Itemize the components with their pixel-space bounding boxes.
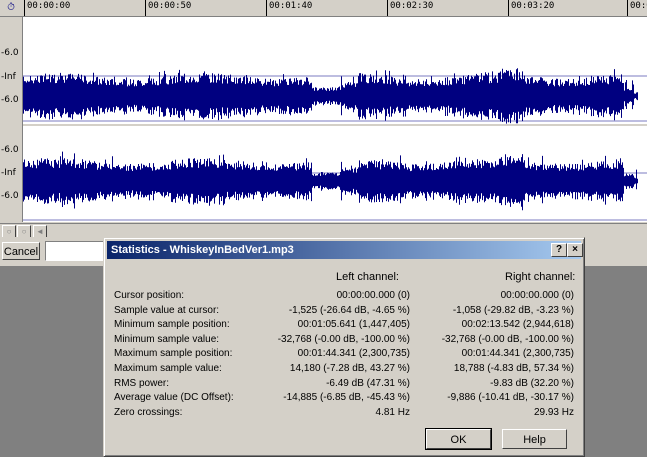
dialog-title: Statistics - WhiskeyInBedVer1.mp3 — [111, 244, 294, 256]
stats-row: Minimum sample position: 00:01:05.641 (1,… — [114, 319, 574, 333]
left-channel-value: 00:00:00.000 (0) — [336, 290, 410, 301]
ok-button[interactable]: OK — [425, 428, 492, 450]
waveform-path — [23, 68, 638, 124]
time-format-icon[interactable]: ⏱ — [2, 1, 20, 15]
help-icon[interactable]: ? — [551, 243, 567, 257]
stats-label: Maximum sample position: — [114, 348, 233, 360]
right-channel-value: 00:01:44.341 (2,300,735) — [461, 348, 574, 360]
help-button[interactable]: Help — [502, 429, 567, 449]
ruler-label: -Inf — [1, 168, 16, 178]
right-channel-value: -9.83 dB (32.20 %) — [490, 377, 574, 389]
amplitude-ruler: -6.0 -Inf -6.0 -6.0 -Inf -6.0 — [0, 17, 23, 222]
right-channel-value: 29.93 Hz — [533, 406, 574, 418]
left-channel-value: -14,885 (-6.85 dB, -45.43 %) — [283, 392, 410, 404]
ruler-label: -6.0 — [1, 191, 19, 201]
timeline-ruler[interactable]: ⏱ 00:00:00 00:00:50 00:01:40 00:02:30 00… — [0, 0, 647, 17]
dialog-titlebar[interactable]: Statistics - WhiskeyInBedVer1.mp3 ? × — [107, 241, 583, 259]
stats-label: Average value (DC Offset): — [114, 392, 234, 404]
right-channel-value: -1,058 (-29.82 dB, -3.23 %) — [452, 304, 574, 316]
waveform-path — [23, 151, 638, 211]
stats-label: Cursor position: — [114, 290, 185, 301]
stats-row: Cursor position: 00:00:00.000 (0) 00:00:00… — [114, 290, 574, 304]
right-channel-value: -9,886 (-10.41 dB, -30.17 %) — [447, 392, 574, 404]
right-channel-header: Right channel: — [505, 271, 576, 283]
left-channel-header: Left channel: — [336, 271, 399, 283]
stats-row: Minimum sample value: -32,768 (-0.00 dB, … — [114, 334, 574, 348]
stats-label: RMS power: — [114, 377, 170, 389]
left-channel-value: 00:01:44.341 (2,300,735) — [297, 348, 410, 360]
ruler-label: -6.0 — [1, 145, 19, 155]
cancel-button[interactable]: Cancel — [2, 242, 40, 260]
stats-row: Maximum sample position: 00:01:44.341 (2,… — [114, 348, 574, 362]
left-waveform-svg — [23, 68, 647, 124]
stats-row: RMS power: -6.49 dB (47.31 %) -9.83 dB (32… — [114, 378, 574, 392]
stats-row: Sample value at cursor: -1,525 (-26.64 dB… — [114, 305, 574, 319]
stats-label: Maximum sample value: — [114, 363, 222, 374]
stats-row: Average value (DC Offset): -14,885 (-6.85… — [114, 392, 574, 406]
statistics-dialog: Statistics - WhiskeyInBedVer1.mp3 ? × Le… — [103, 237, 585, 457]
stats-label: Sample value at cursor: — [114, 304, 220, 316]
left-channel-value: -6.49 dB (47.31 %) — [326, 377, 410, 389]
right-channel-value: 18,788 (-4.83 dB, 57.34 %) — [453, 363, 574, 374]
right-channel-value: 00:02:13.542 (2,944,618) — [461, 319, 574, 331]
right-waveform-svg — [23, 151, 647, 221]
stats-row: Maximum sample value: 14,180 (-7.28 dB, 4… — [114, 363, 574, 377]
horizontal-scrollbar[interactable]: ○ ○ ◄ — [0, 223, 647, 238]
left-channel-value: 4.81 Hz — [375, 406, 410, 418]
toolbar-input[interactable] — [45, 241, 109, 261]
stats-row: Zero crossings: 4.81 Hz 29.93 Hz — [114, 407, 574, 421]
left-channel-value: 14,180 (-7.28 dB, 43.27 %) — [289, 363, 410, 374]
ruler-label: -6.0 — [1, 95, 19, 105]
ruler-label: -6.0 — [1, 48, 19, 58]
ruler-label: -Inf — [1, 72, 16, 82]
waveform-editor: ⏱ 00:00:00 00:00:50 00:01:40 00:02:30 00… — [0, 0, 647, 238]
left-channel-value: -1,525 (-26.64 dB, -4.65 %) — [288, 304, 410, 316]
right-channel-value: 00:00:00.000 (0) — [500, 290, 574, 301]
stats-label: Minimum sample position: — [114, 319, 230, 331]
right-channel-waveform[interactable] — [23, 126, 647, 222]
left-channel-value: 00:01:05.641 (1,447,405) — [297, 319, 410, 331]
left-channel-value: -32,768 (-0.00 dB, -100.00 %) — [277, 333, 410, 345]
stats-label: Minimum sample value: — [114, 333, 220, 345]
close-icon[interactable]: × — [567, 243, 583, 257]
stats-label: Zero crossings: — [114, 406, 183, 418]
right-channel-value: -32,768 (-0.00 dB, -100.00 %) — [441, 333, 574, 345]
left-channel-waveform[interactable] — [23, 17, 647, 124]
